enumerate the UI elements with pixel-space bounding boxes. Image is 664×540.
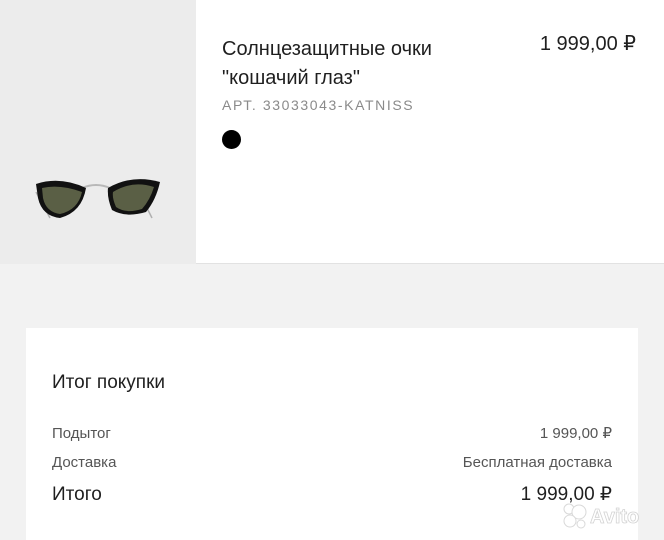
product-price: 1 999,00 ₽ bbox=[539, 33, 636, 55]
product-image[interactable] bbox=[0, 0, 196, 264]
delivery-row: Доставка Бесплатная доставка bbox=[52, 454, 612, 471]
subtotal-row: Подытог 1 999,00 ₽ bbox=[52, 424, 612, 442]
summary-title: Итог покупки bbox=[52, 372, 166, 393]
sunglasses-image bbox=[35, 179, 160, 219]
svg-text:Avito: Avito bbox=[590, 506, 639, 528]
order-summary-card: Итог покупки Подытог 1 999,00 ₽ Доставка… bbox=[26, 328, 638, 540]
delivery-label: Доставка bbox=[52, 454, 117, 471]
subtotal-label: Подытог bbox=[52, 425, 111, 442]
total-row: Итого 1 999,00 ₽ bbox=[52, 483, 612, 506]
avito-watermark-logo: Avito bbox=[563, 503, 640, 529]
product-sku: АРТ. 33033043-KATNISS bbox=[222, 97, 415, 113]
delivery-value: Бесплатная доставка bbox=[462, 454, 612, 471]
color-swatch[interactable] bbox=[222, 130, 241, 149]
total-label: Итого bbox=[52, 484, 102, 505]
product-title[interactable]: Солнцезащитные очки "кошачий глаз" bbox=[222, 35, 502, 93]
page: Солнцезащитные очки "кошачий глаз" 1 999… bbox=[0, 0, 664, 540]
subtotal-value: 1 999,00 ₽ bbox=[539, 425, 612, 442]
product-card: Солнцезащитные очки "кошачий глаз" 1 999… bbox=[0, 0, 664, 264]
